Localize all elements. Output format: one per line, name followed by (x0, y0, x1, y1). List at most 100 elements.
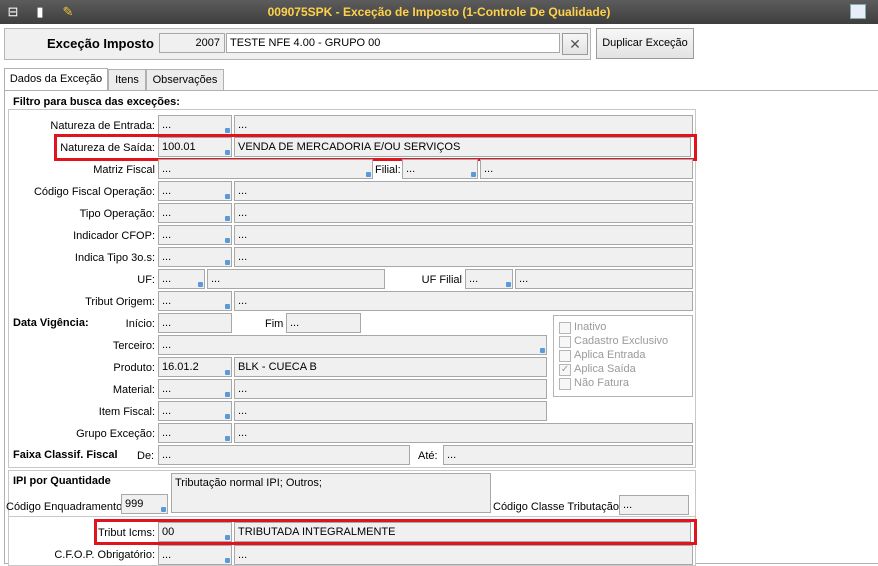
terceiro-field-text: ... (162, 339, 172, 351)
item-fiscal-label: Item Fiscal: (98, 406, 155, 418)
filial-desc[interactable]: ... (480, 159, 693, 179)
fim-field[interactable]: ... (286, 313, 361, 333)
lookup-icon[interactable] (225, 436, 230, 441)
indicador-cfop-desc[interactable]: ... (234, 225, 693, 245)
material-code-text: ... (162, 383, 172, 395)
inicio-field[interactable]: ... (158, 313, 232, 333)
tipo-operacao-desc[interactable]: ... (234, 203, 693, 223)
lookup-icon[interactable] (198, 282, 203, 287)
excecao-code-field[interactable]: 2007 (159, 33, 225, 53)
aplica-saida-checkbox[interactable]: ✓ (559, 364, 571, 376)
tribut-origem-code[interactable]: ... (158, 291, 232, 311)
faixa-de-label: De: (137, 450, 155, 462)
tribut-icms-label: Tribut Icms: (97, 527, 155, 539)
lookup-icon[interactable] (366, 172, 371, 177)
natureza-saida-desc[interactable]: VENDA DE MERCADORIA E/OU SERVIÇOS (234, 137, 691, 157)
lookup-icon[interactable] (225, 128, 230, 133)
item-fiscal-code-text: ... (162, 405, 172, 417)
grupo-excecao-desc[interactable]: ... (234, 423, 693, 443)
lookup-icon[interactable] (471, 172, 476, 177)
clear-button[interactable]: ✕ (562, 33, 588, 55)
produto-code[interactable]: 16.01.2 (158, 357, 232, 377)
lookup-icon[interactable] (506, 282, 511, 287)
tipo-operacao-code[interactable]: ... (158, 203, 232, 223)
lookup-icon[interactable] (225, 216, 230, 221)
tab-itens[interactable]: Itens (108, 69, 146, 90)
natureza-saida-label: Natureza de Saída: (60, 142, 155, 154)
item-fiscal-desc[interactable]: ... (234, 401, 547, 421)
codigo-fiscal-operacao-label: Código Fiscal Operação: (33, 186, 155, 198)
codigo-fiscal-operacao-code[interactable]: ... (158, 181, 232, 201)
uf-label: UF: (137, 274, 155, 286)
nao-fatura-checkbox[interactable] (559, 378, 571, 390)
tab-dados-da-excecao[interactable]: Dados da Exceção (4, 68, 108, 90)
matriz-fiscal-code-text: ... (162, 163, 172, 175)
faixa-classif-label: Faixa Classif. Fiscal (13, 449, 118, 461)
uf-filial-code[interactable]: ... (465, 269, 513, 289)
material-desc[interactable]: ... (234, 379, 547, 399)
indica-tipo-desc[interactable]: ... (234, 247, 693, 267)
image-icon[interactable] (850, 4, 866, 19)
uf-code[interactable]: ... (158, 269, 205, 289)
natureza-entrada-code-text: ... (162, 119, 172, 131)
options-checkbox-group: Inativo Cadastro Exclusivo Aplica Entrad… (553, 315, 693, 397)
codigo-classe-tributacao-field[interactable]: ... (619, 495, 689, 515)
codigo-fiscal-operacao-desc[interactable]: ... (234, 181, 693, 201)
lookup-icon[interactable] (540, 348, 545, 353)
indica-tipo-code[interactable]: ... (158, 247, 232, 267)
lookup-icon[interactable] (225, 238, 230, 243)
faixa-ate-field[interactable]: ... (443, 445, 693, 465)
lookup-icon[interactable] (225, 150, 230, 155)
matriz-fiscal-label: Matriz Fiscal (93, 164, 155, 176)
duplicar-excecao-button[interactable]: Duplicar Exceção (596, 28, 694, 59)
uf-filial-desc[interactable]: ... (515, 269, 693, 289)
inicio-label: Início: (125, 318, 155, 330)
item-fiscal-code[interactable]: ... (158, 401, 232, 421)
indica-tipo-label: Indica Tipo 3o.s: (74, 252, 155, 264)
natureza-entrada-code[interactable]: ... (158, 115, 232, 135)
cfop-obrigatorio-code[interactable]: ... (158, 545, 232, 565)
lookup-icon[interactable] (161, 507, 166, 512)
lookup-icon[interactable] (225, 558, 230, 563)
codigo-enquadramento-field[interactable]: 999 (121, 494, 168, 514)
natureza-entrada-desc[interactable]: ... (234, 115, 693, 135)
indicador-cfop-label: Indicador CFOP: (73, 230, 155, 242)
lookup-icon[interactable] (225, 392, 230, 397)
indicador-cfop-code[interactable]: ... (158, 225, 232, 245)
natureza-saida-code[interactable]: 100.01 (158, 137, 232, 157)
tributacao-ipi-field[interactable]: Tributação normal IPI; Outros; (171, 473, 491, 513)
excecao-description-field[interactable]: TESTE NFE 4.00 - GRUPO 00 (226, 33, 560, 53)
lookup-icon[interactable] (225, 535, 230, 540)
aplica-entrada-checkbox[interactable] (559, 350, 571, 362)
nao-fatura-label: Não Fatura (574, 377, 630, 389)
uf-filial-code-text: ... (469, 273, 479, 285)
terceiro-field[interactable]: ... (158, 335, 547, 355)
grupo-excecao-code[interactable]: ... (158, 423, 232, 443)
cfop-obrigatorio-label: C.F.O.P. Obrigatório: (54, 549, 155, 561)
cfop-obrigatorio-desc[interactable]: ... (234, 545, 693, 565)
grupo-excecao-code-text: ... (162, 427, 172, 439)
lookup-icon[interactable] (225, 194, 230, 199)
uf-desc[interactable]: ... (207, 269, 385, 289)
filial-code[interactable]: ... (402, 159, 478, 179)
tribut-icms-desc[interactable]: TRIBUTADA INTEGRALMENTE (234, 522, 691, 542)
lookup-icon[interactable] (225, 370, 230, 375)
cadastro-exclusivo-label: Cadastro Exclusivo (574, 335, 669, 347)
inativo-label: Inativo (574, 321, 607, 333)
uf-filial-label: UF Filial (421, 274, 462, 286)
tribut-icms-code[interactable]: 00 (158, 522, 232, 542)
faixa-de-field[interactable]: ... (158, 445, 410, 465)
matriz-fiscal-code[interactable]: ... (158, 159, 373, 179)
lookup-icon[interactable] (225, 304, 230, 309)
lookup-icon[interactable] (225, 260, 230, 265)
lookup-icon[interactable] (225, 414, 230, 419)
cadastro-exclusivo-checkbox[interactable] (559, 336, 571, 348)
material-code[interactable]: ... (158, 379, 232, 399)
tribut-icms-code-text: 00 (162, 526, 175, 538)
tribut-origem-desc[interactable]: ... (234, 291, 693, 311)
aplica-saida-label: Aplica Saída (574, 363, 636, 375)
produto-desc[interactable]: BLK - CUECA B (234, 357, 547, 377)
tab-observacoes[interactable]: Observações (146, 69, 224, 90)
tribut-origem-label: Tribut Origem: (85, 296, 155, 308)
inativo-checkbox[interactable] (559, 322, 571, 334)
